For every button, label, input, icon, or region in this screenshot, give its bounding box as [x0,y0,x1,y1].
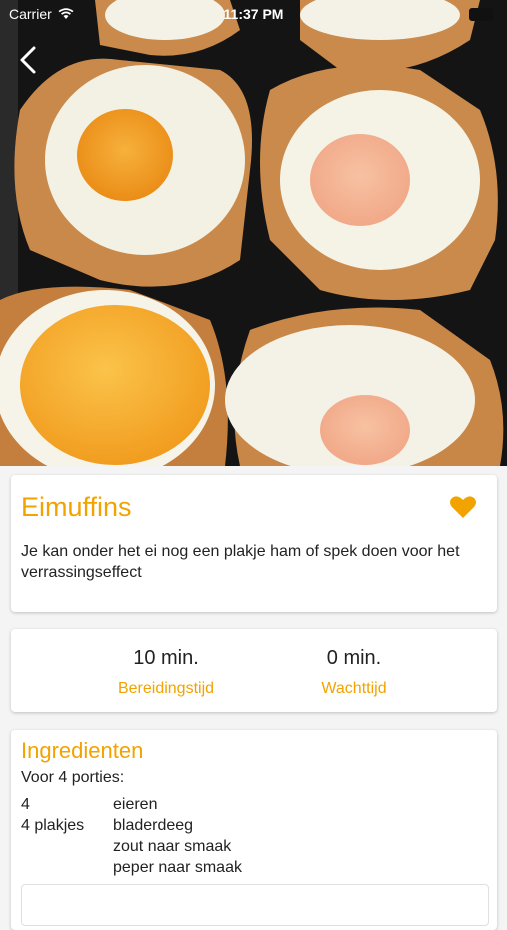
wait-time: 0 min. Wachttijd [264,647,444,698]
ingredient-name: eieren [113,796,158,813]
ingredient-row: 4 plakjes bladerdeeg [21,815,242,836]
wait-time-value: 0 min. [326,647,382,669]
prep-time-label: Bereidingstijd [117,680,215,697]
ingredient-name: bladerdeeg [113,817,194,834]
ingredient-row: zout naar smaak [21,836,242,857]
ingredients-list: 4 eieren 4 plakjes bladerdeeg zout naar … [21,794,242,878]
ingredient-quantity: 4 [21,796,30,813]
ingredients-action-button[interactable] [21,884,489,926]
ingredient-quantity [21,836,113,857]
ingredient-quantity: 4 plakjes [21,817,85,834]
times-card: 10 min. Bereidingstijd 0 min. Wachttijd [11,629,497,712]
recipe-header-card: Eimuffins Je kan onder het ei nog een pl… [11,475,497,612]
chevron-left-icon [20,46,36,74]
ingredients-card: Ingredienten Voor 4 porties: 4 eieren 4 … [11,730,497,930]
recipe-description: Je kan onder het ei nog een plakje ham o… [21,543,460,581]
heart-icon [450,496,476,518]
ingredient-row: 4 eieren [21,794,242,815]
recipe-photo [0,0,507,466]
prep-time-value: 10 min. [133,647,199,669]
back-button[interactable] [16,44,44,76]
battery-icon [469,8,493,21]
prep-time: 10 min. Bereidingstijd [76,647,256,698]
wait-time-label: Wachttijd [321,680,387,697]
ingredient-name: peper naar smaak [113,859,242,876]
status-bar: Carrier 11:37 PM [0,0,507,28]
ingredient-name: zout naar smaak [113,838,232,855]
portions-text: Voor 4 porties: [21,769,125,786]
status-time: 11:37 PM [223,6,284,22]
recipe-title: Eimuffins [21,492,132,522]
ingredient-row: peper naar smaak [21,857,242,878]
favorite-button[interactable] [449,494,477,520]
ingredients-title: Ingredienten [21,738,144,763]
ingredient-quantity [21,857,113,878]
egg-muffins-image [0,0,507,466]
